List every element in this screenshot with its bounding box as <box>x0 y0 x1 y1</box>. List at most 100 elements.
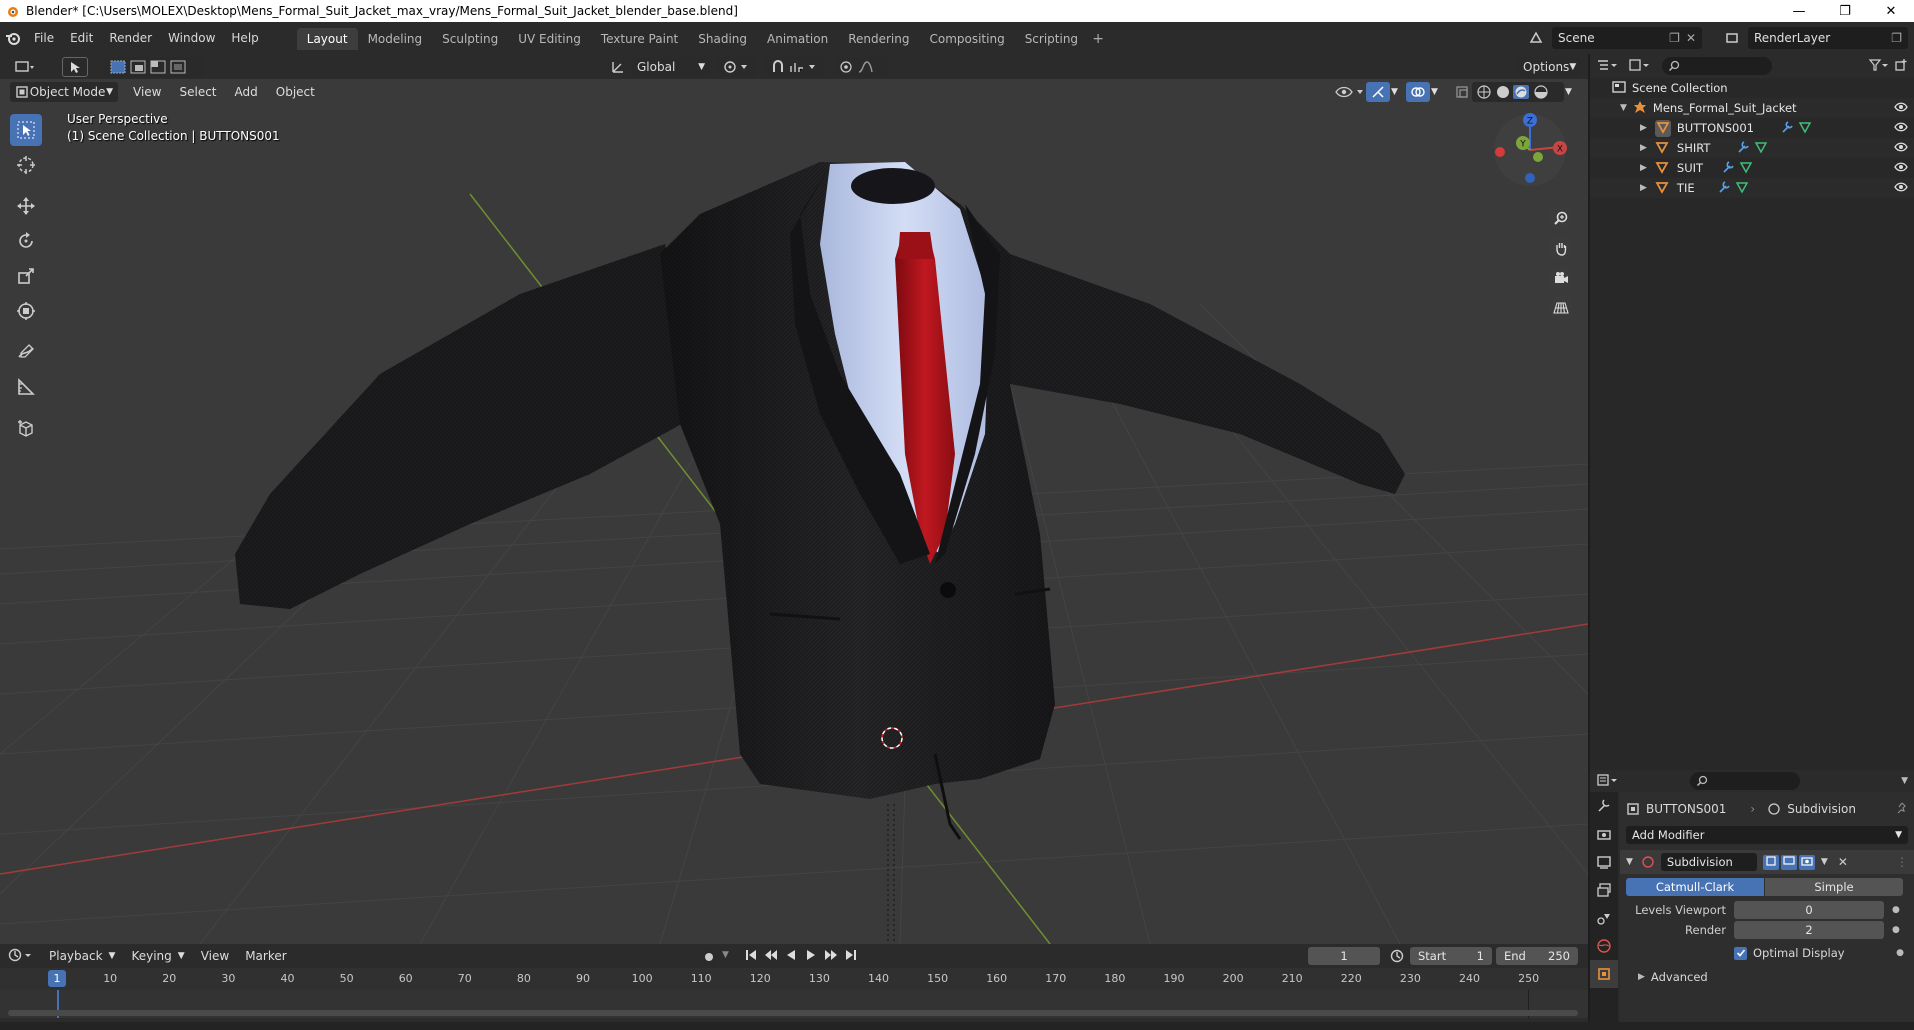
eye-icon[interactable] <box>1894 100 1908 117</box>
tab-uv-editing[interactable]: UV Editing <box>508 28 591 50</box>
timeline-editor-type-icon[interactable] <box>8 948 34 965</box>
viewport-toggle-icon[interactable] <box>1780 854 1797 870</box>
outliner-search-input[interactable] <box>1662 57 1772 75</box>
mesh-data-icon[interactable] <box>1798 120 1812 137</box>
outliner-row-object[interactable]: ▶ SHIRT <box>1590 138 1914 158</box>
measure-tool-icon[interactable] <box>10 371 42 403</box>
auto-keying-icon[interactable] <box>700 948 718 966</box>
camera-view-icon[interactable] <box>1548 265 1574 291</box>
viewport-scene[interactable] <box>0 54 1588 944</box>
advanced-subpanel-header[interactable]: ▶ Advanced <box>1626 966 1908 988</box>
world-tab-icon[interactable] <box>1590 932 1618 960</box>
zoom-icon[interactable] <box>1548 205 1574 231</box>
chevron-down-icon[interactable]: ▼ <box>1386 82 1403 102</box>
scene-icon[interactable] <box>1526 28 1546 48</box>
drag-handle-icon[interactable]: ⋮ <box>1896 855 1908 869</box>
eye-icon[interactable] <box>1894 140 1908 157</box>
navigation-gizmo[interactable]: Z X Y <box>1490 110 1570 190</box>
modifier-name-field[interactable]: Subdivision <box>1660 853 1757 871</box>
expand-right-icon[interactable]: ▶ <box>1640 143 1647 153</box>
chevron-down-icon[interactable]: ▼ <box>1560 82 1577 102</box>
modifier-wrench-icon[interactable] <box>1780 120 1794 137</box>
display-mode-icon[interactable] <box>1628 58 1650 75</box>
render-levels-field[interactable]: 2 <box>1734 921 1884 939</box>
pan-hand-icon[interactable] <box>1548 235 1574 261</box>
expand-right-icon[interactable]: ▶ <box>1640 163 1647 173</box>
add-modifier-dropdown[interactable]: Add Modifier ▼ <box>1626 826 1908 844</box>
editor-type-icon[interactable] <box>10 57 40 77</box>
catmull-clark-button[interactable]: Catmull-Clark <box>1626 878 1764 896</box>
render-layer-selector[interactable]: RenderLayer ❐ <box>1748 27 1908 49</box>
3d-viewport[interactable]: Global ▼ Options ▼ Object Mode ▼ View Se… <box>0 54 1588 944</box>
outliner-row-object[interactable]: ▶ SUIT <box>1590 158 1914 178</box>
mesh-data-icon[interactable] <box>1754 140 1768 157</box>
pivot-point-dropdown[interactable] <box>718 56 756 77</box>
restore-icon[interactable]: ❐ <box>1822 0 1868 22</box>
options-dropdown[interactable]: Options ▼ <box>1518 56 1580 77</box>
expand-right-icon[interactable]: ▶ <box>1640 183 1647 193</box>
outliner-row-object[interactable]: ▶ BUTTONS001 <box>1590 118 1914 138</box>
timeline-menu-view[interactable]: View <box>196 946 234 966</box>
jump-end-icon[interactable] <box>844 948 858 965</box>
perspective-toggle-icon[interactable] <box>1548 295 1574 321</box>
outliner-row-object[interactable]: ▶ TIE <box>1590 178 1914 198</box>
levels-viewport-field[interactable]: 0 <box>1734 901 1884 919</box>
viewport-menu-view[interactable]: View <box>128 82 166 102</box>
tab-compositing[interactable]: Compositing <box>919 28 1014 50</box>
gizmo-neg-y-handle[interactable] <box>1533 152 1543 162</box>
play-reverse-icon[interactable] <box>784 948 798 965</box>
chevron-down-icon[interactable]: ▼ <box>1426 82 1443 102</box>
keyframe-dot-icon[interactable]: ● <box>1892 925 1900 935</box>
end-frame-field[interactable]: End 250 <box>1496 947 1578 965</box>
jump-keyframe-forward-icon[interactable] <box>824 948 838 965</box>
eye-icon[interactable] <box>1894 160 1908 177</box>
preview-range-clock-icon[interactable] <box>1390 949 1404 966</box>
outliner-row-scene-collection[interactable]: Scene Collection <box>1590 78 1914 98</box>
view-layer-tab-icon[interactable] <box>1590 876 1618 904</box>
modifier-wrench-icon[interactable] <box>1721 160 1735 177</box>
render-toggle-icon[interactable] <box>1798 854 1815 870</box>
render-layer-icon[interactable] <box>1722 28 1742 48</box>
timeline-ruler[interactable]: 1 10 20 30 40 50 60 70 80 90 100 110 120 130 140 150 16… <box>0 968 1588 990</box>
chevron-down-icon[interactable]: ▼ <box>1821 857 1828 867</box>
viewport-menu-add[interactable]: Add <box>230 82 263 102</box>
expand-down-icon[interactable]: ▼ <box>1620 103 1627 113</box>
properties-editor-type-icon[interactable] <box>1596 773 1618 790</box>
tab-animation[interactable]: Animation <box>757 28 838 50</box>
minimize-icon[interactable]: — <box>1776 0 1822 22</box>
playhead-frame-marker[interactable]: 1 <box>48 970 66 987</box>
pin-icon[interactable] <box>1896 802 1908 817</box>
visibility-dropdown-icon[interactable] <box>1330 82 1370 102</box>
selection-mode-buttons[interactable] <box>104 56 204 77</box>
outliner-editor-type-icon[interactable] <box>1596 58 1618 75</box>
modifier-wrench-icon[interactable] <box>1717 180 1731 197</box>
filter-icon[interactable] <box>1868 58 1890 75</box>
viewport-menu-object[interactable]: Object <box>271 82 320 102</box>
gizmo-neg-x-handle[interactable] <box>1495 147 1505 157</box>
keyframe-dot-icon[interactable]: ● <box>1892 905 1900 915</box>
add-cube-tool-icon[interactable] <box>10 412 42 444</box>
scale-tool-icon[interactable] <box>10 260 42 292</box>
gizmo-neg-z-handle[interactable] <box>1525 173 1535 183</box>
jump-start-icon[interactable] <box>744 948 758 965</box>
render-tab-icon[interactable] <box>1590 820 1618 848</box>
viewport-menu-select[interactable]: Select <box>174 82 221 102</box>
menu-help[interactable]: Help <box>223 27 266 49</box>
simple-button[interactable]: Simple <box>1765 878 1903 896</box>
timeline-menu-marker[interactable]: Marker <box>240 946 291 966</box>
output-tab-icon[interactable] <box>1590 848 1618 876</box>
jump-keyframe-back-icon[interactable] <box>764 948 778 965</box>
outliner-row-collection[interactable]: ▼ Mens_Formal_Suit_Jacket <box>1590 98 1914 118</box>
rotate-tool-icon[interactable] <box>10 225 42 257</box>
timeline-menu-keying[interactable]: Keying ▼ <box>126 946 189 966</box>
transform-tool-icon[interactable] <box>10 295 42 327</box>
object-tab-icon[interactable] <box>1590 960 1618 988</box>
select-box-tool-icon[interactable] <box>62 56 88 77</box>
render-layer-copy-icon[interactable]: ❐ <box>1891 31 1902 45</box>
chevron-down-icon[interactable]: ▼ <box>1901 776 1908 786</box>
cursor-tool-icon[interactable] <box>10 149 42 181</box>
tab-layout[interactable]: Layout <box>296 28 358 50</box>
tab-sculpting[interactable]: Sculpting <box>432 28 508 50</box>
xray-toggle-icon[interactable] <box>1450 82 1474 102</box>
start-frame-field[interactable]: Start 1 <box>1410 947 1492 965</box>
